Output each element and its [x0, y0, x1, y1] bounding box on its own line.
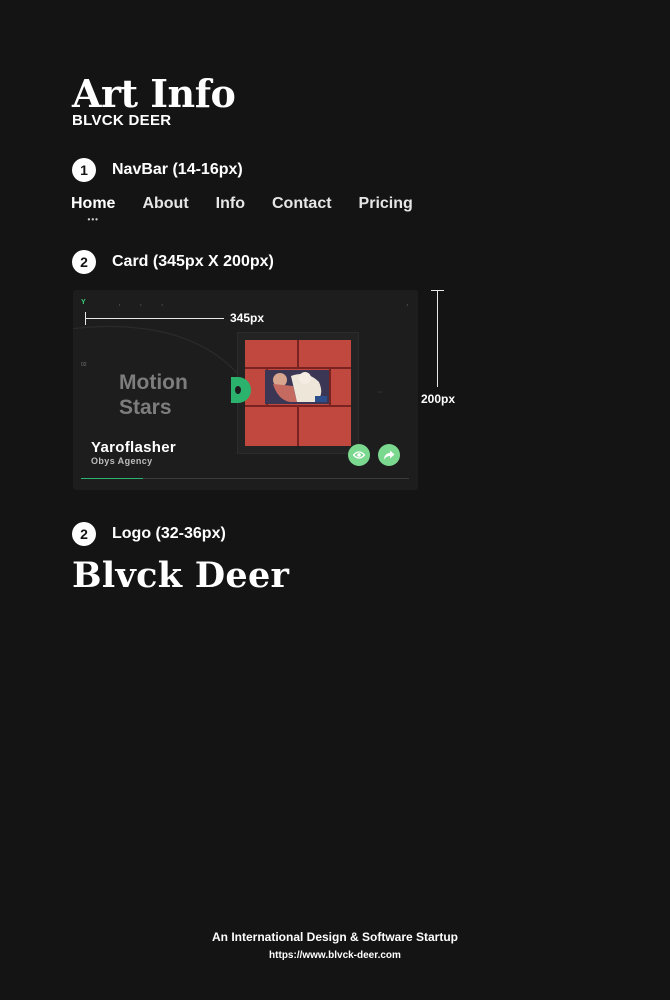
- navbar: Home ••• About Info Contact Pricing: [71, 195, 413, 224]
- footer: An International Design & Software Start…: [0, 930, 670, 961]
- card-artist-name: Yaroflasher: [91, 439, 177, 456]
- mini-nav-dot: •: [161, 303, 163, 307]
- brand-subtitle: BLVCK DEER: [72, 112, 172, 129]
- card-progress-fill: [81, 478, 144, 479]
- mini-nav-dot: •: [140, 303, 142, 307]
- section-number-badge: 2: [72, 250, 96, 274]
- view-button[interactable]: [348, 444, 370, 466]
- card-mini-right: •: [406, 303, 408, 307]
- card-mini-stats: • •: [378, 390, 382, 394]
- section-number-badge: 1: [72, 158, 96, 182]
- mini-nav-dot: •: [119, 303, 121, 307]
- page-title: Art Info: [72, 71, 236, 116]
- nav-item-pricing[interactable]: Pricing: [359, 195, 413, 213]
- section-navbar-heading: 1 NavBar (14-16px): [72, 158, 243, 182]
- card-mini-nav: • • •: [119, 303, 163, 307]
- height-dimension-line: [437, 291, 438, 387]
- section-label: Card (345px X 200px): [112, 253, 274, 270]
- section-number-badge: 2: [72, 522, 96, 546]
- card-heading: Motion Stars: [119, 371, 188, 419]
- card-index: 02: [81, 362, 87, 368]
- nav-item-info[interactable]: Info: [216, 195, 245, 213]
- section-logo-heading: 2 Logo (32-36px): [72, 522, 226, 546]
- nav-item-about[interactable]: About: [142, 195, 188, 213]
- height-dimension-label: 200px: [421, 392, 456, 406]
- footer-tagline: An International Design & Software Start…: [211, 930, 459, 944]
- card-brand-logo: Y: [81, 299, 86, 306]
- brand-logo: Blvck Deer: [72, 555, 290, 596]
- width-dimension-line: [85, 318, 224, 319]
- card-progress-track: [81, 478, 409, 479]
- active-indicator: •••: [87, 215, 99, 224]
- artwork-illustration: [245, 340, 351, 446]
- share-button[interactable]: [378, 444, 400, 466]
- nav-item-contact[interactable]: Contact: [272, 195, 332, 213]
- section-label: Logo (32-36px): [112, 525, 226, 542]
- width-dimension-label: 345px: [230, 311, 265, 325]
- nav-item-home[interactable]: Home •••: [71, 195, 116, 224]
- card-agency: Obys Agency: [91, 456, 153, 466]
- section-label: NavBar (14-16px): [112, 161, 243, 178]
- eye-icon: [353, 451, 365, 459]
- section-card-heading: 2 Card (345px X 200px): [72, 250, 274, 274]
- footer-url-link[interactable]: https://www.blvck-deer.com: [0, 950, 670, 961]
- share-arrow-icon: [383, 450, 395, 460]
- artwork-frame: [237, 332, 359, 454]
- nav-item-label: Home: [71, 195, 116, 212]
